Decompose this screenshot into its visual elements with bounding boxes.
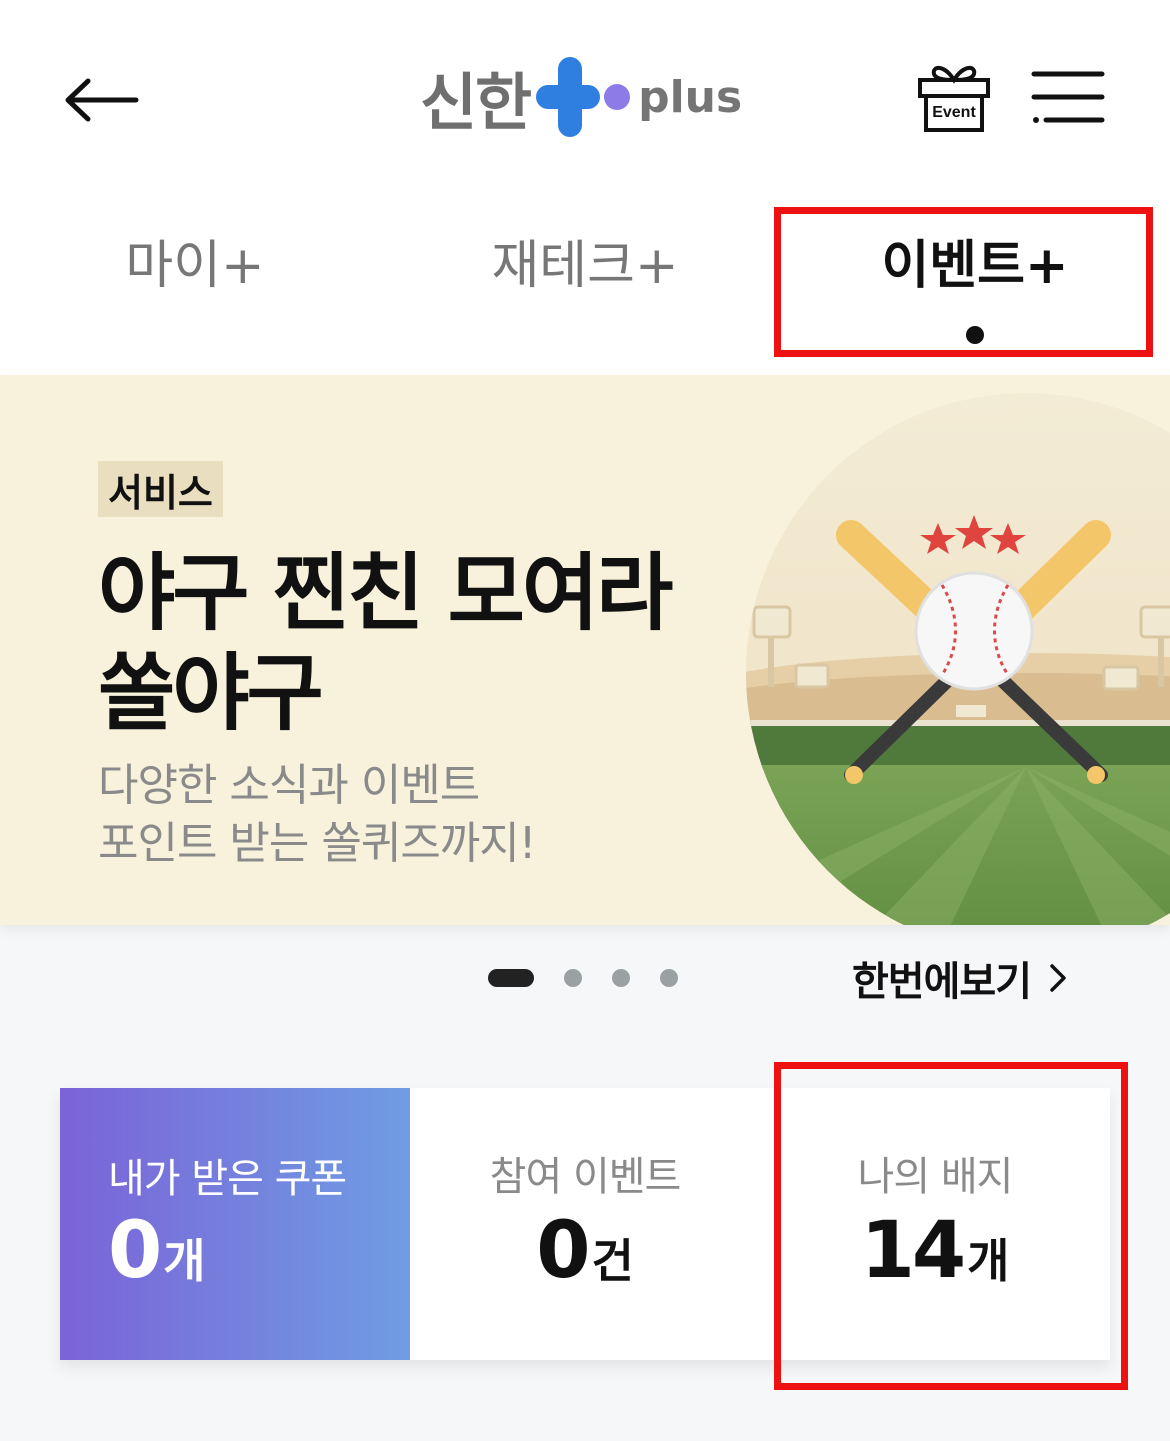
banner-subtitle-line-1: 다양한 소식과 이벤트 — [98, 760, 480, 811]
carousel-pager — [488, 966, 708, 990]
baseball-icon — [914, 571, 1034, 691]
logo-dot-icon — [604, 84, 631, 110]
banner-title-line-1: 야구 찐친 모여라 — [98, 544, 673, 642]
promo-banner[interactable]: 서비스 야구 찐친 모여라 쏠야구 다양한 소식과 이벤트 포인트 받는 쏠퀴즈… — [0, 375, 1170, 925]
pager-dot[interactable] — [660, 969, 678, 987]
badge-count: 14 — [860, 1206, 967, 1296]
logo-english-text: plus — [638, 71, 743, 123]
banner-category-badge: 서비스 — [98, 461, 223, 517]
menu-button[interactable] — [1030, 68, 1106, 128]
badge-stat-value: 14 개 — [760, 1206, 1110, 1296]
coupon-stat-value: 0 개 — [108, 1206, 206, 1296]
event-button[interactable]: Event — [914, 60, 994, 136]
back-button[interactable] — [58, 60, 146, 140]
banner-subtitle: 다양한 소식과 이벤트 포인트 받는 쏠퀴즈까지! — [98, 757, 738, 873]
banner-title-line-2: 쏠야구 — [98, 644, 324, 742]
see-all-label: 한번에보기 — [852, 959, 1032, 1005]
badge-unit: 개 — [967, 1234, 1010, 1288]
see-all-button[interactable]: 한번에보기 — [852, 950, 1067, 1006]
event-stat-value: 0 건 — [410, 1206, 760, 1296]
app-header: 신한 plus Event 마이+ 재테크+ 이벤트+ — [0, 0, 1170, 375]
banner-title: 야구 찐친 모여라 쏠야구 — [98, 543, 738, 743]
pager-dot[interactable] — [564, 969, 582, 987]
tab-event[interactable]: 이벤트+ — [860, 210, 1090, 310]
logo-korean-text: 신한 — [420, 66, 532, 139]
event-unit: 건 — [591, 1234, 634, 1288]
coupon-count: 0 — [108, 1206, 162, 1296]
banner-subtitle-line-2: 포인트 받는 쏠퀴즈까지! — [98, 818, 536, 869]
coupon-stat-card[interactable]: 내가 받은 쿠폰 0 개 — [60, 1088, 410, 1360]
active-tab-indicator — [966, 326, 984, 344]
event-stat-label: 참여 이벤트 — [489, 1154, 682, 1200]
pager-dot[interactable] — [612, 969, 630, 987]
coupon-unit: 개 — [163, 1234, 206, 1288]
logo-plus-icon — [536, 55, 601, 139]
event-stat-card[interactable]: 참여 이벤트 0 건 — [410, 1088, 760, 1360]
chevron-right-icon — [1050, 964, 1066, 992]
tab-investment[interactable]: 재테크+ — [470, 210, 700, 310]
event-icon-label: Event — [932, 104, 976, 121]
back-arrow-icon — [65, 78, 139, 122]
baseball-illustration — [746, 393, 1170, 925]
coupon-stat-label: 내가 받은 쿠폰 — [108, 1156, 347, 1202]
tab-bar: 마이+ 재테크+ 이벤트+ — [0, 210, 1170, 360]
badge-stat-label: 나의 배지 — [857, 1154, 1014, 1200]
menu-icon — [1031, 71, 1105, 123]
event-gift-icon: Event — [918, 66, 990, 132]
stats-panel: 내가 받은 쿠폰 0 개 참여 이벤트 0 건 나의 배지 14 개 — [60, 1088, 1110, 1360]
event-count: 0 — [536, 1206, 590, 1296]
tab-my[interactable]: 마이+ — [95, 210, 295, 310]
pager-dot-active[interactable] — [488, 969, 534, 987]
badge-stat-card[interactable]: 나의 배지 14 개 — [760, 1088, 1110, 1360]
app-logo: 신한 plus — [420, 52, 742, 142]
